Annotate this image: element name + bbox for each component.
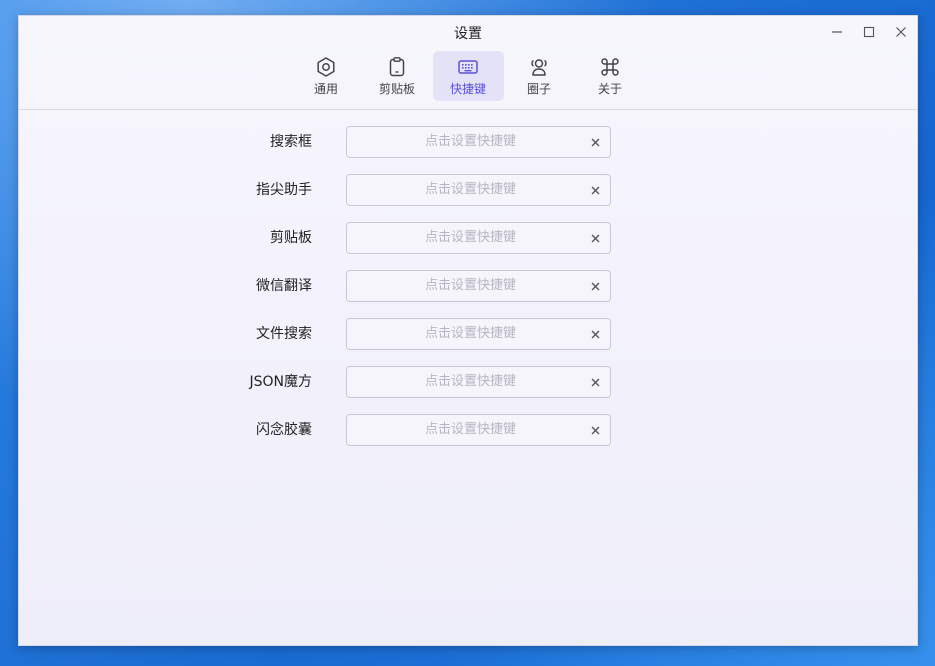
tab-label: 快捷键 — [449, 82, 486, 96]
hotkey-row-flash-capsule: 闪念胶囊 点击设置快捷键 — [19, 414, 917, 446]
settings-tabs: 通用 剪贴板 快捷键 圈子 关于 — [19, 51, 917, 109]
hotkey-label: 闪念胶囊 — [256, 422, 312, 438]
hotkey-placeholder: 点击设置快捷键 — [424, 326, 516, 341]
hotkey-label: 微信翻译 — [256, 278, 312, 294]
hotkey-input[interactable]: 点击设置快捷键 — [346, 414, 611, 446]
clear-hotkey-button[interactable] — [588, 279, 602, 293]
tab-label: 圈子 — [526, 82, 551, 96]
hotkey-placeholder: 点击设置快捷键 — [424, 278, 516, 293]
hotkey-input[interactable]: 点击设置快捷键 — [346, 222, 611, 254]
tab-clipboard[interactable]: 剪贴板 — [362, 51, 433, 101]
keyboard-icon — [457, 56, 479, 78]
title-bar: 设置 — [19, 16, 917, 48]
hotkey-input[interactable]: 点击设置快捷键 — [346, 318, 611, 350]
close-icon — [591, 186, 599, 194]
hotkey-label: 指尖助手 — [256, 182, 312, 198]
close-button[interactable] — [885, 16, 917, 48]
maximize-icon — [863, 26, 875, 38]
close-icon — [591, 426, 599, 434]
settings-window: 设置 通用 剪贴板 快捷键 圈子 关于 搜索框 点击设置快捷键 指尖助手 点击设… — [18, 15, 918, 646]
hotkey-label: 剪贴板 — [270, 230, 312, 246]
hotkey-label: 文件搜索 — [256, 326, 312, 342]
close-icon — [896, 27, 906, 37]
close-icon — [591, 330, 599, 338]
hotkey-input[interactable]: 点击设置快捷键 — [346, 366, 611, 398]
hotkey-row-file-search: 文件搜索 点击设置快捷键 — [19, 318, 917, 350]
header-divider — [19, 109, 917, 110]
clear-hotkey-button[interactable] — [588, 231, 602, 245]
window-title: 设置 — [454, 26, 482, 42]
clear-hotkey-button[interactable] — [588, 423, 602, 437]
hotkey-placeholder: 点击设置快捷键 — [424, 374, 516, 389]
tab-label: 关于 — [597, 82, 622, 96]
hotkey-input[interactable]: 点击设置快捷键 — [346, 270, 611, 302]
minimize-icon — [832, 31, 842, 33]
hotkey-input[interactable]: 点击设置快捷键 — [346, 126, 611, 158]
hotkey-row-json-cube: JSON魔方 点击设置快捷键 — [19, 366, 917, 398]
hotkey-row-clipboard: 剪贴板 点击设置快捷键 — [19, 222, 917, 254]
tab-about[interactable]: 关于 — [575, 51, 646, 101]
hotkey-label: JSON魔方 — [249, 374, 312, 390]
command-icon — [599, 56, 621, 78]
window-controls — [821, 16, 917, 48]
hotkey-row-search-box: 搜索框 点击设置快捷键 — [19, 126, 917, 158]
clear-hotkey-button[interactable] — [588, 375, 602, 389]
hotkey-placeholder: 点击设置快捷键 — [424, 230, 516, 245]
clear-hotkey-button[interactable] — [588, 135, 602, 149]
clipboard-icon — [386, 56, 408, 78]
tab-general[interactable]: 通用 — [291, 51, 362, 101]
tab-label: 剪贴板 — [378, 82, 415, 96]
hotkey-input[interactable]: 点击设置快捷键 — [346, 174, 611, 206]
hotkey-placeholder: 点击设置快捷键 — [424, 134, 516, 149]
hotkey-placeholder: 点击设置快捷键 — [424, 182, 516, 197]
close-icon — [591, 282, 599, 290]
hotkey-row-wechat-translate: 微信翻译 点击设置快捷键 — [19, 270, 917, 302]
tab-circle[interactable]: 圈子 — [504, 51, 575, 101]
hotkey-label: 搜索框 — [270, 134, 312, 150]
clear-hotkey-button[interactable] — [588, 327, 602, 341]
hotkey-row-fingertip-assistant: 指尖助手 点击设置快捷键 — [19, 174, 917, 206]
close-icon — [591, 378, 599, 386]
tab-hotkeys[interactable]: 快捷键 — [432, 51, 504, 101]
hexagon-settings-icon — [315, 56, 337, 78]
users-icon — [528, 56, 550, 78]
close-icon — [591, 234, 599, 242]
hotkey-placeholder: 点击设置快捷键 — [424, 422, 516, 437]
tab-label: 通用 — [313, 82, 338, 96]
maximize-button[interactable] — [853, 16, 885, 48]
clear-hotkey-button[interactable] — [588, 183, 602, 197]
close-icon — [591, 138, 599, 146]
minimize-button[interactable] — [821, 16, 853, 48]
